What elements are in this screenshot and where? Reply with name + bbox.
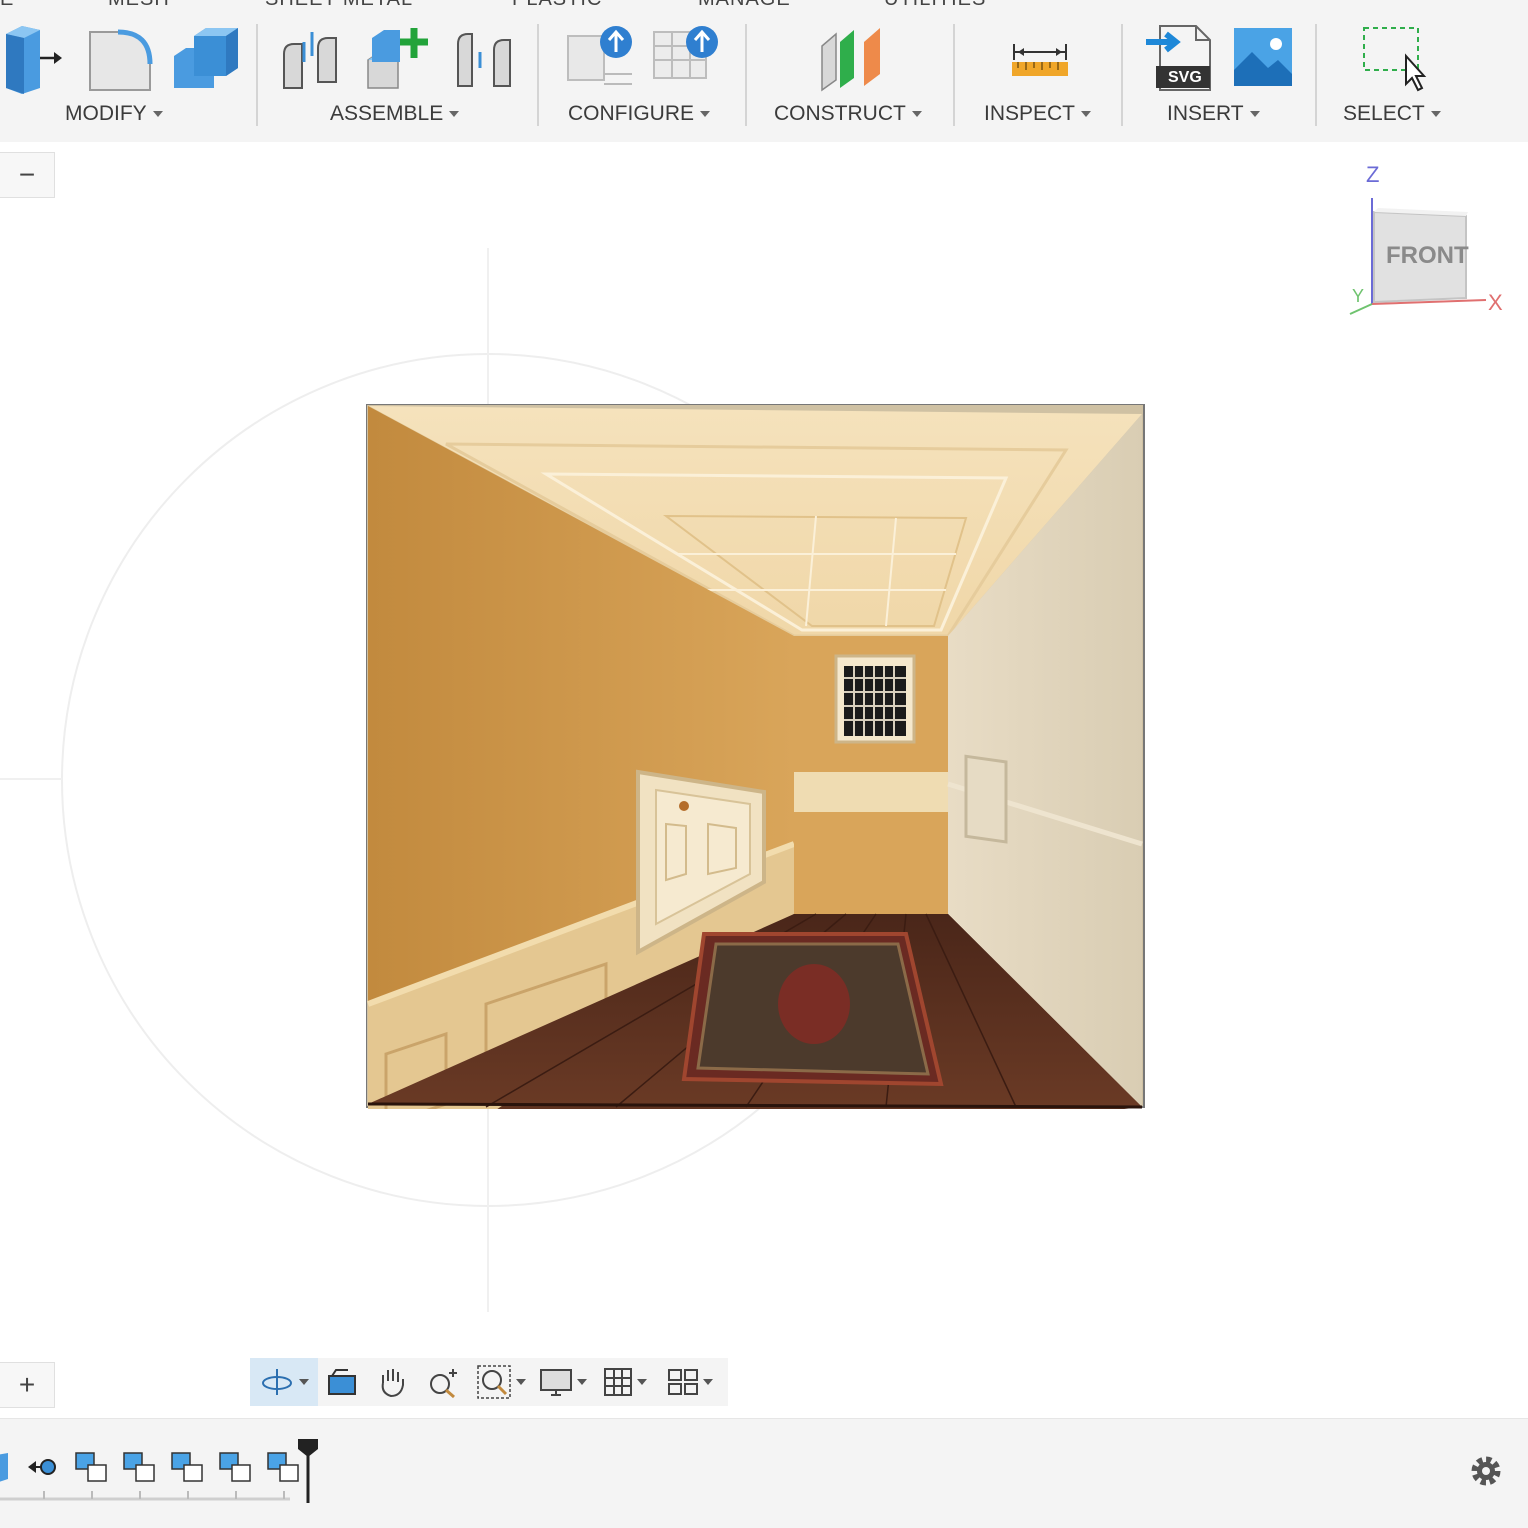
select-menu[interactable]: SELECT bbox=[1343, 102, 1441, 126]
axis-y-label: Y bbox=[1352, 286, 1365, 306]
timeline-settings-gear-icon[interactable] bbox=[1466, 1451, 1506, 1491]
axis-x-label: X bbox=[1488, 290, 1503, 315]
chevron-down-icon[interactable] bbox=[577, 1379, 587, 1385]
chevron-down-icon bbox=[700, 111, 710, 117]
chevron-down-icon bbox=[1081, 111, 1092, 117]
canvas-viewport[interactable]: − + Z X Y FRONT bbox=[0, 142, 1528, 1418]
modify-menu[interactable]: MODIFY bbox=[65, 102, 163, 126]
separator bbox=[256, 24, 258, 126]
look-at-icon bbox=[328, 1369, 356, 1395]
insert-svg-icon[interactable]: SVG bbox=[1144, 22, 1216, 94]
configure-model-icon[interactable] bbox=[564, 22, 636, 94]
zoom-window-icon bbox=[477, 1365, 511, 1399]
zoom-button[interactable] bbox=[418, 1358, 470, 1406]
multiple-views-icon bbox=[668, 1369, 698, 1395]
grid-icon bbox=[604, 1368, 632, 1396]
tab-plastic[interactable]: PLASTIC bbox=[512, 0, 602, 11]
look-at-button[interactable] bbox=[318, 1358, 366, 1406]
insert-label: INSERT bbox=[1167, 102, 1244, 125]
separator bbox=[1121, 24, 1123, 126]
timeline-feature-canvas-3[interactable] bbox=[170, 1451, 206, 1487]
configure-label: CONFIGURE bbox=[568, 102, 694, 125]
motion-link-icon[interactable] bbox=[450, 22, 522, 94]
joint-icon[interactable] bbox=[278, 22, 350, 94]
separator bbox=[1315, 24, 1317, 126]
timeline-feature-canvas-1[interactable] bbox=[74, 1451, 110, 1487]
inspect-label: INSPECT bbox=[984, 102, 1076, 125]
separator bbox=[745, 24, 747, 126]
configuration-table-icon[interactable] bbox=[650, 22, 722, 94]
grid-settings-button[interactable] bbox=[594, 1358, 656, 1406]
construct-label: CONSTRUCT bbox=[774, 102, 906, 125]
window-select-icon[interactable] bbox=[1358, 22, 1430, 94]
tab-manage[interactable]: MANAGE bbox=[698, 0, 791, 11]
display-monitor-icon bbox=[540, 1369, 572, 1396]
chevron-down-icon bbox=[152, 111, 163, 117]
tab-sheet-metal[interactable]: SHEET METAL bbox=[265, 0, 413, 11]
display-settings-button[interactable] bbox=[532, 1358, 594, 1406]
orbit-icon bbox=[262, 1369, 292, 1395]
chevron-down-icon bbox=[911, 111, 922, 117]
toolbar: E MESH SHEET METAL PLASTIC MANAGE UTILIT… bbox=[0, 0, 1528, 142]
chevron-down-icon bbox=[449, 111, 460, 117]
modify-label: MODIFY bbox=[65, 102, 147, 125]
hallway-canvas-image[interactable] bbox=[366, 404, 1146, 1109]
assemble-label: ASSEMBLE bbox=[330, 102, 444, 125]
timeline-feature-move[interactable] bbox=[26, 1451, 62, 1487]
new-component-icon[interactable] bbox=[364, 22, 436, 94]
svg-badge-label: SVG bbox=[1168, 69, 1202, 86]
fit-button[interactable] bbox=[470, 1358, 532, 1406]
zoom-icon bbox=[430, 1369, 457, 1399]
workspace-tabs: E MESH SHEET METAL PLASTIC MANAGE UTILIT… bbox=[0, 0, 1528, 11]
separator bbox=[537, 24, 539, 126]
timeline-feature-extrude[interactable] bbox=[0, 1451, 28, 1487]
press-pull-icon[interactable] bbox=[0, 22, 72, 94]
combine-icon[interactable] bbox=[170, 22, 242, 94]
assemble-menu[interactable]: ASSEMBLE bbox=[330, 102, 460, 126]
chevron-down-icon bbox=[1249, 111, 1260, 117]
chevron-down-icon[interactable] bbox=[516, 1379, 526, 1385]
configure-menu[interactable]: CONFIGURE bbox=[568, 102, 710, 126]
chevron-down-icon[interactable] bbox=[299, 1379, 309, 1385]
tab-utilities[interactable]: UTILITIES bbox=[884, 0, 986, 11]
separator bbox=[953, 24, 955, 126]
offset-plane-icon[interactable] bbox=[814, 22, 886, 94]
orbit-button[interactable] bbox=[250, 1358, 318, 1406]
canvas-image-icon[interactable] bbox=[1228, 22, 1300, 94]
select-label: SELECT bbox=[1343, 102, 1425, 125]
timeline-feature-canvas-2[interactable] bbox=[122, 1451, 158, 1487]
chevron-down-icon[interactable] bbox=[637, 1379, 647, 1385]
timeline-feature-canvas-4[interactable] bbox=[218, 1451, 254, 1487]
pan-button[interactable] bbox=[366, 1358, 418, 1406]
viewports-button[interactable] bbox=[656, 1358, 724, 1406]
viewcube-front-face[interactable]: FRONT bbox=[1386, 242, 1469, 270]
inspect-menu[interactable]: INSPECT bbox=[984, 102, 1092, 126]
construct-menu[interactable]: CONSTRUCT bbox=[774, 102, 922, 126]
timeline-marker-handle[interactable] bbox=[296, 1437, 320, 1503]
navigation-bar bbox=[250, 1358, 728, 1406]
measure-icon[interactable] bbox=[1004, 22, 1076, 94]
fusion-app-window: E MESH SHEET METAL PLASTIC MANAGE UTILIT… bbox=[0, 0, 1528, 1528]
chevron-down-icon bbox=[1430, 111, 1441, 117]
viewcube[interactable]: Z X Y FRONT bbox=[1340, 158, 1520, 328]
axis-z-label: Z bbox=[1366, 162, 1380, 187]
chevron-down-icon[interactable] bbox=[703, 1379, 713, 1385]
insert-menu[interactable]: INSERT bbox=[1167, 102, 1260, 126]
timeline bbox=[0, 1418, 1528, 1528]
tab-partial[interactable]: E bbox=[0, 0, 14, 11]
pan-hand-icon bbox=[381, 1369, 404, 1398]
tab-mesh[interactable]: MESH bbox=[108, 0, 170, 11]
fillet-icon[interactable] bbox=[84, 22, 156, 94]
